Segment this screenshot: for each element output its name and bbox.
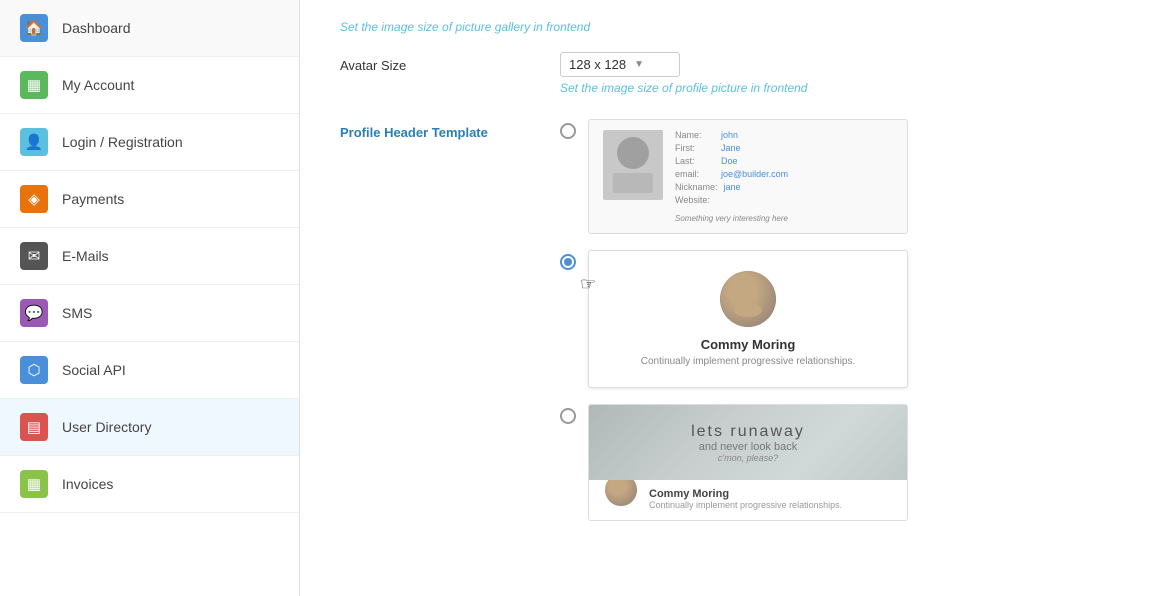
banner-small-text: c'mon, please? — [691, 453, 805, 463]
template-2-preview: Commy Moring Continually implement progr… — [588, 250, 908, 388]
field-row-website: Website: — [675, 195, 788, 205]
sidebar-item-payments[interactable]: ◈ Payments — [0, 171, 299, 228]
template-1-fields: Name: john First: Jane Last: Doe — [675, 130, 788, 223]
sidebar-item-label: SMS — [62, 305, 92, 321]
sidebar-item-label: Dashboard — [62, 20, 131, 36]
avatar-size-row: Avatar Size 128 x 128 ▼ Set the image si… — [340, 52, 1134, 95]
sidebar-item-sms[interactable]: 💬 SMS — [0, 285, 299, 342]
banner-big-text: lets runaway — [691, 423, 805, 441]
sidebar-item-label: My Account — [62, 77, 134, 93]
sidebar-item-dashboard[interactable]: 🏠 Dashboard — [0, 0, 299, 57]
template-2-bio: Continually implement progressive relati… — [641, 356, 856, 367]
avatar-size-control: 128 x 128 ▼ Set the image size of profil… — [560, 52, 1134, 95]
template-3-text: Commy Moring Continually implement progr… — [649, 488, 842, 510]
sidebar-item-label: Invoices — [62, 476, 113, 492]
field-row-first: First: Jane — [675, 143, 788, 153]
login-icon: 👤 — [20, 128, 48, 156]
template-3-banner: lets runaway and never look back c'mon, … — [589, 405, 907, 480]
avatar-size-value: 128 x 128 — [569, 57, 626, 72]
profile-header-options: ☞ Name: — [560, 119, 1134, 521]
field-row-nickname: Nickname: jane — [675, 182, 788, 192]
avatar-size-dropdown[interactable]: 128 x 128 ▼ — [560, 52, 680, 77]
sidebar-item-login-registration[interactable]: 👤 Login / Registration — [0, 114, 299, 171]
template-1-preview: Name: john First: Jane Last: Doe — [588, 119, 908, 234]
avatar-size-label: Avatar Size — [340, 52, 560, 73]
sidebar-item-emails[interactable]: ✉ E-Mails — [0, 228, 299, 285]
template-3-bio: Continually implement progressive relati… — [649, 500, 842, 510]
field-row-email: email: joe@builder.com — [675, 169, 788, 179]
template-3-bottom: Commy Moring Continually implement progr… — [589, 480, 907, 520]
sidebar-item-label: Social API — [62, 362, 126, 378]
template-3-name: Commy Moring — [649, 488, 842, 500]
payments-icon: ◈ — [20, 185, 48, 213]
template-2-avatar — [720, 271, 776, 327]
sidebar-item-label: User Directory — [62, 419, 151, 435]
sidebar-item-label: Login / Registration — [62, 134, 183, 150]
banner-text-overlay: lets runaway and never look back c'mon, … — [691, 423, 805, 463]
dashboard-icon: 🏠 — [20, 14, 48, 42]
banner-medium-text: and never look back — [691, 441, 805, 453]
invoices-icon: ▦ — [20, 470, 48, 498]
template-1-bio: Something very interesting here — [675, 214, 788, 223]
main-content: Set the image size of picture gallery in… — [300, 0, 1174, 596]
template-2-name: Commy Moring — [701, 337, 796, 352]
template-1-radio[interactable] — [560, 123, 576, 139]
my-account-icon: ▦ — [20, 71, 48, 99]
template-option-3[interactable]: lets runaway and never look back c'mon, … — [560, 404, 1134, 521]
user-directory-icon: ▤ — [20, 413, 48, 441]
field-row-name: Name: john — [675, 130, 788, 140]
template-3-radio[interactable] — [560, 408, 576, 424]
sidebar-item-label: E-Mails — [62, 248, 109, 264]
sidebar-item-invoices[interactable]: ▦ Invoices — [0, 456, 299, 513]
gallery-hint: Set the image size of picture gallery in… — [340, 20, 1134, 34]
sms-icon: 💬 — [20, 299, 48, 327]
template-option-1[interactable]: Name: john First: Jane Last: Doe — [560, 119, 1134, 234]
sidebar: 🏠 Dashboard ▦ My Account 👤 Login / Regis… — [0, 0, 300, 596]
profile-header-template-row: Profile Header Template ☞ — [340, 119, 1134, 521]
sidebar-item-my-account[interactable]: ▦ My Account — [0, 57, 299, 114]
template-option-2[interactable]: Commy Moring Continually implement progr… — [560, 250, 1134, 388]
avatar-hint: Set the image size of profile picture in… — [560, 81, 1134, 95]
sidebar-item-user-directory[interactable]: ▤ User Directory — [0, 399, 299, 456]
dropdown-arrow-icon: ▼ — [634, 59, 644, 70]
social-api-icon: ⬡ — [20, 356, 48, 384]
avatar-shape — [720, 271, 776, 327]
sidebar-item-social-api[interactable]: ⬡ Social API — [0, 342, 299, 399]
emails-icon: ✉ — [20, 242, 48, 270]
sidebar-item-label: Payments — [62, 191, 124, 207]
profile-header-label: Profile Header Template — [340, 119, 560, 140]
template-1-avatar — [603, 130, 663, 200]
template-3-preview: lets runaway and never look back c'mon, … — [588, 404, 908, 521]
template-2-radio[interactable] — [560, 254, 576, 270]
field-row-last: Last: Doe — [675, 156, 788, 166]
template-options-list: Name: john First: Jane Last: Doe — [560, 119, 1134, 521]
